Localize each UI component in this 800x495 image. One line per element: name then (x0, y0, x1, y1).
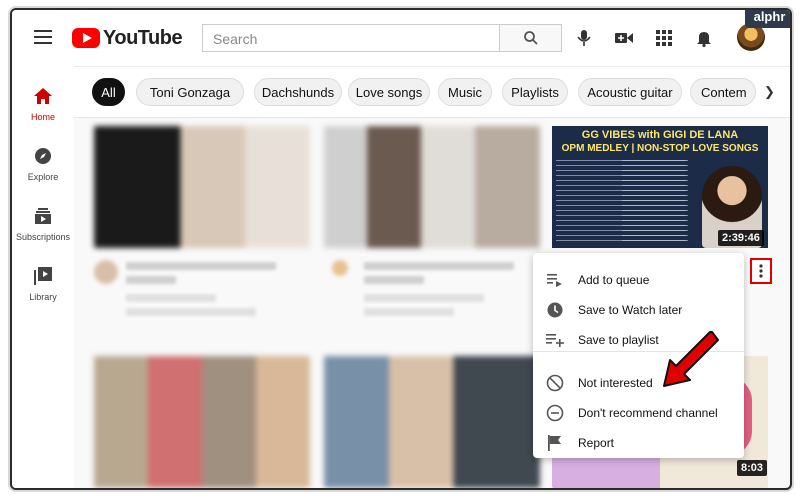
channel-avatar[interactable] (94, 260, 118, 284)
chip-music[interactable]: Music (438, 78, 492, 106)
youtube-play-icon (72, 28, 100, 48)
video-meta (126, 308, 256, 316)
menu-item-dont-recommend-channel[interactable]: Don't recommend channel (533, 398, 744, 428)
thumbnail-title-line2: OPM MEDLEY | NON-STOP LOVE SONGS (561, 143, 759, 154)
more-actions-button[interactable] (750, 258, 772, 284)
chip-toni-gonzaga[interactable]: Toni Gonzaga (136, 78, 244, 106)
youtube-logo[interactable]: YouTube PH (72, 24, 222, 52)
sidebar-item-label: Explore (27, 172, 59, 182)
annotation-arrow-icon (663, 331, 719, 387)
watermark-logo: alphr (745, 10, 790, 28)
video-title[interactable] (364, 262, 514, 270)
masthead: YouTube PH Search (12, 10, 790, 66)
sidebar-item-home[interactable]: Home (12, 86, 74, 122)
video-thumbnail[interactable] (94, 356, 310, 488)
menu-item-report[interactable]: Report (533, 428, 744, 458)
filter-chips-bar: All Toni Gonzaga Dachshunds Love songs M… (74, 66, 790, 118)
sidebar-item-label: Library (29, 292, 57, 302)
menu-item-label: Add to queue (578, 273, 650, 287)
browser-frame: YouTube PH Search Home (10, 8, 792, 490)
clock-icon (545, 300, 565, 320)
menu-item-label: Save to Watch later (578, 303, 683, 317)
chip-love-songs[interactable]: Love songs (348, 78, 430, 106)
create-video-icon[interactable] (612, 26, 636, 50)
video-title[interactable] (126, 276, 176, 284)
menu-item-watch-later[interactable]: Save to Watch later (533, 295, 744, 325)
thumbnail-title-line1: GG VIBES with GIGI DE LANA (581, 129, 739, 141)
video-meta (364, 294, 484, 302)
duration-badge: 2:39:46 (718, 230, 764, 246)
sidebar-item-label: Home (30, 112, 55, 122)
search-icon (523, 31, 538, 45)
home-icon (33, 86, 53, 106)
chip-playlists[interactable]: Playlists (502, 78, 568, 106)
menu-item-label: Report (578, 436, 615, 450)
subscriptions-icon (33, 206, 53, 226)
sidebar-item-subscriptions[interactable]: Subscriptions (12, 206, 74, 242)
sidebar-item-label: Subscriptions (15, 232, 71, 242)
video-meta (364, 308, 454, 316)
compass-icon (33, 146, 53, 166)
video-title[interactable] (364, 276, 424, 284)
microphone-icon[interactable] (572, 26, 596, 50)
menu-item-label: Save to playlist (578, 333, 659, 347)
video-thumbnail[interactable] (324, 356, 540, 488)
menu-icon[interactable] (34, 30, 52, 44)
sidebar-item-library[interactable]: Library (12, 266, 74, 302)
playlist-add-icon (545, 330, 565, 350)
queue-icon (545, 270, 565, 290)
menu-item-add-to-queue[interactable]: Add to queue (533, 265, 744, 295)
notifications-bell-icon[interactable] (692, 26, 716, 50)
chip-all[interactable]: All (92, 78, 125, 106)
library-icon (33, 266, 53, 286)
video-meta (126, 294, 216, 302)
minus-circle-icon (545, 403, 565, 423)
video-thumbnail[interactable] (324, 126, 540, 248)
logo-wordmark: YouTube (103, 26, 183, 49)
menu-item-label: Don't recommend channel (578, 406, 718, 420)
guide-sidebar: Home Explore Subscriptions Library (12, 66, 74, 488)
sidebar-item-explore[interactable]: Explore (12, 146, 74, 182)
song-list-graphic (622, 160, 686, 242)
more-vert-icon (759, 264, 763, 278)
search-input[interactable]: Search (202, 24, 500, 52)
flag-icon (545, 433, 565, 453)
duration-badge: 8:03 (737, 460, 768, 476)
chip-acoustic-guitar[interactable]: Acoustic guitar (578, 78, 682, 106)
video-thumbnail[interactable] (94, 126, 310, 248)
chip-contemporary[interactable]: Contem (690, 78, 756, 106)
chip-dachshunds[interactable]: Dachshunds (254, 78, 342, 106)
search-button[interactable] (500, 24, 562, 52)
apps-grid-icon[interactable] (652, 26, 676, 50)
channel-avatar[interactable] (332, 260, 348, 276)
chevron-right-icon[interactable]: ❯ (764, 84, 775, 100)
not-interested-icon (545, 373, 565, 393)
menu-item-label: Not interested (578, 376, 653, 390)
video-title[interactable] (126, 262, 276, 270)
